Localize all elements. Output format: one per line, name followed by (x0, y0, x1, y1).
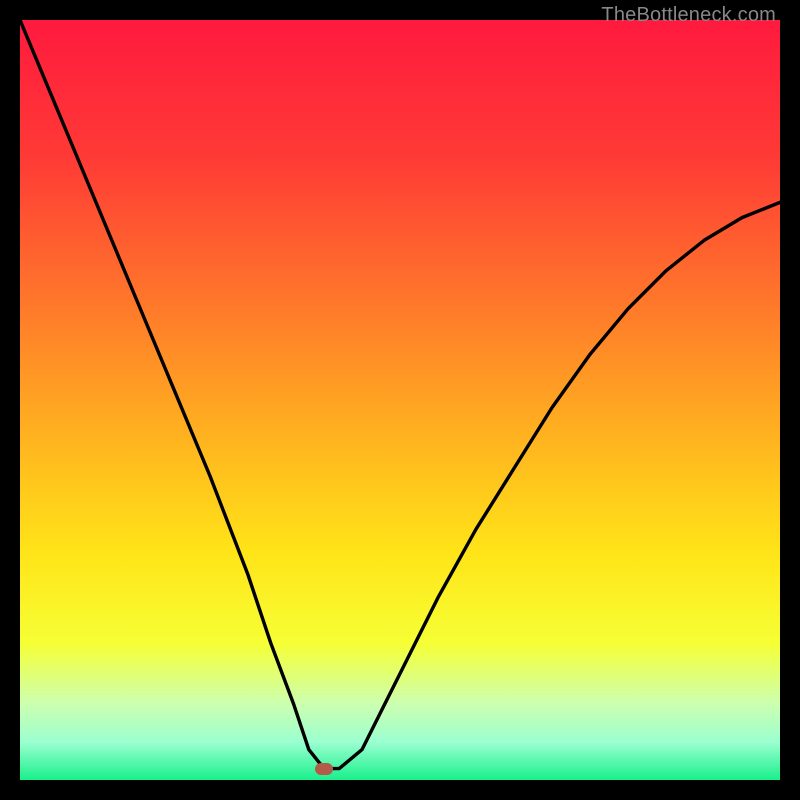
watermark-text: TheBottleneck.com (601, 4, 776, 27)
bottleneck-curve (20, 20, 780, 780)
optimal-point-marker (315, 763, 333, 775)
plot-area (20, 20, 780, 780)
